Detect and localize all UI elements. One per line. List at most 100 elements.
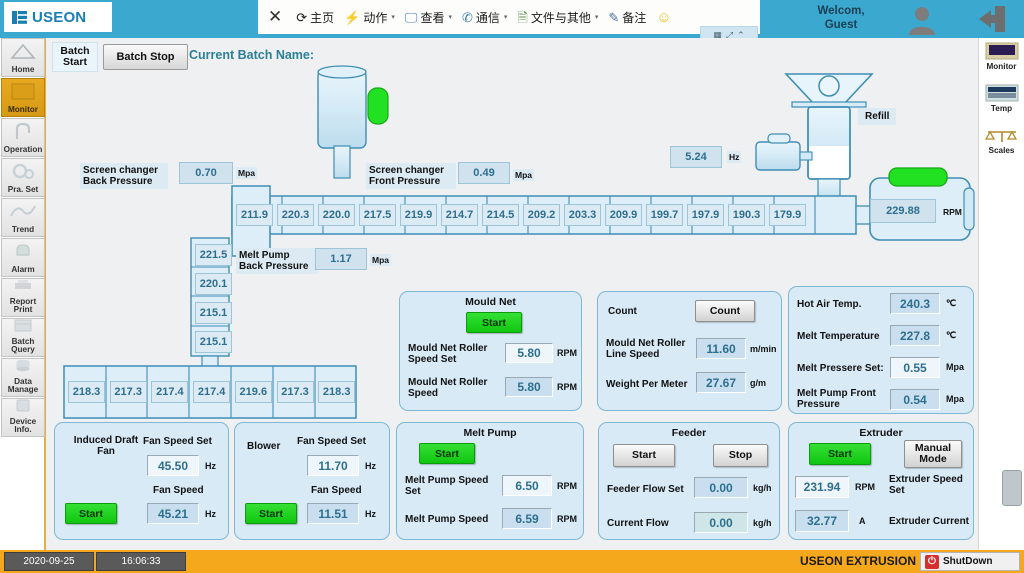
sidebar-item-monitor[interactable]: Monitor (1, 78, 45, 117)
die-zone-temp-7[interactable]: 218.3 (318, 381, 355, 403)
melt-pump-start-label: Start (435, 448, 459, 460)
melt-pressure-set-value[interactable]: 0.55 (890, 357, 940, 378)
blower-start-button[interactable]: Start (245, 503, 297, 524)
right-item-scales[interactable]: Scales (981, 124, 1023, 164)
melt-pump-back-value[interactable]: 1.17 (315, 248, 367, 270)
barrel-zone-temp-9[interactable]: 203.3 (564, 204, 601, 226)
ribbon-item-action[interactable]: ⚡ 动作 ▾ (340, 7, 399, 28)
power-icon: ⏻ (925, 555, 939, 569)
sidebar-item-home[interactable]: Home (1, 38, 45, 77)
melt-pump-speed-set-value[interactable]: 6.50 (502, 475, 552, 496)
feeder-start-button[interactable]: Start (613, 444, 675, 467)
ribbon-item-view[interactable]: 🖵 查看 ▾ (401, 7, 456, 28)
extruder-start-button[interactable]: Start (809, 443, 871, 465)
user-avatar-icon[interactable] (905, 5, 939, 40)
right-item-monitor[interactable]: Monitor (981, 40, 1023, 80)
ribbon-item-communication-label: 通信 (476, 9, 500, 26)
die-zone-temp-3[interactable]: 217.4 (151, 381, 188, 403)
mould-net-start-button[interactable]: Start (466, 312, 522, 333)
extruder-start-label: Start (828, 448, 852, 460)
feeder-motor-frequency-value[interactable]: 5.24 (670, 146, 722, 168)
ribbon-item-file[interactable]: 🗎 文件与其他 ▾ (513, 7, 602, 28)
extruder-manual-mode-button[interactable]: ManualMode (904, 440, 962, 468)
barrel-zone-temp-11[interactable]: 199.7 (646, 204, 683, 226)
barrel-zone-temp-14[interactable]: 179.9 (769, 204, 806, 226)
barrel-zone-temp-10[interactable]: 209.9 (605, 204, 642, 226)
blower-set-value[interactable]: 11.70 (307, 455, 359, 476)
sidebar-item-alarm[interactable]: Alarm (1, 238, 45, 277)
chevron-down-icon: ▾ (448, 13, 452, 21)
induced-draft-fan-set-value[interactable]: 45.50 (147, 455, 199, 476)
feeder-motor-frequency-unit: Hz (727, 151, 741, 163)
vertical-zone-temp-3[interactable]: 215.1 (195, 302, 232, 324)
die-zone-temp-1[interactable]: 218.3 (68, 381, 105, 403)
barrel-zone-temp-3[interactable]: 220.0 (318, 204, 355, 226)
vertical-zone-temp-2[interactable]: 220.1 (195, 273, 232, 295)
barrel-zone-temp-1[interactable]: 211.9 (236, 204, 273, 226)
close-icon[interactable]: ✕ (266, 7, 290, 27)
vertical-zone-temp-4[interactable]: 215.1 (195, 331, 232, 353)
sidebar-item-trend[interactable]: Trend (1, 198, 45, 237)
extruder-title: Extruder (789, 427, 973, 439)
feeder-current-flow-value: 0.00 (694, 512, 748, 533)
sidebar-item-monitor-label: Monitor (2, 106, 44, 115)
sidebar-item-operation[interactable]: Operation (1, 118, 45, 157)
sidebar-item-batch-query[interactable]: BatchQuery (1, 318, 45, 357)
panel-count: Count Count Mould Net Roller Line Speed … (597, 291, 782, 411)
feeder-stop-button[interactable]: Stop (713, 444, 768, 467)
die-zone-temp-2[interactable]: 217.3 (110, 381, 147, 403)
feeder-title: Feeder (599, 427, 779, 439)
screen-changer-back-value[interactable]: 0.70 (179, 162, 233, 184)
sidebar-item-data-manage-label: DataManage (2, 378, 44, 395)
melt-pump-start-button[interactable]: Start (419, 443, 475, 464)
right-item-temp[interactable]: Temp (981, 82, 1023, 122)
floating-tab-handle[interactable] (1002, 470, 1022, 506)
barrel-zone-temp-13[interactable]: 190.3 (728, 204, 765, 226)
vertical-zone-temp-1[interactable]: 221.5 (195, 244, 232, 266)
screen-changer-front-value[interactable]: 0.49 (458, 162, 510, 184)
sidebar-item-para-set[interactable]: Pra. Set (1, 158, 45, 197)
barrel-zone-temp-8[interactable]: 209.2 (523, 204, 560, 226)
induced-draft-fan-start-button[interactable]: Start (65, 503, 117, 524)
extruder-speed-set-value[interactable]: 231.94 (795, 476, 849, 498)
ribbon-item-home[interactable]: ⟳ 主页 (292, 7, 338, 28)
barrel-zone-temp-7[interactable]: 214.5 (482, 204, 519, 226)
alarm-bell-icon (2, 241, 44, 261)
barrel-zone-temp-5[interactable]: 219.9 (400, 204, 437, 226)
home-icon: ⟳ (296, 11, 307, 24)
die-zone-temp-5[interactable]: 219.6 (235, 381, 272, 403)
ribbon-item-communication[interactable]: ✆ 通信 ▾ (458, 7, 511, 28)
sidebar-item-report-print[interactable]: ReportPrint (1, 278, 45, 317)
mn1-l1: Mould Net Roller (408, 377, 487, 388)
die-zone-temp-6[interactable]: 217.3 (277, 381, 314, 403)
extruder-manual-mode-label: ManualMode (915, 443, 951, 465)
mould-net-roller-speed-set-label: Mould Net Roller Speed Set (408, 343, 504, 365)
ribbon-item-smiley[interactable]: ☺ (652, 8, 675, 27)
sidebar-item-device-info[interactable]: DeviceInfo. (1, 398, 45, 437)
barrel-zone-temp-2[interactable]: 220.3 (277, 204, 314, 226)
extruder-main-motor-rpm-value[interactable]: 229.88 (870, 199, 936, 223)
ribbon-item-note[interactable]: ✎ 备注 (604, 7, 650, 28)
barrel-zone-temp-12[interactable]: 197.9 (687, 204, 724, 226)
sidebar-item-home-label: Home (2, 66, 44, 75)
sidebar-item-report-print-label: ReportPrint (2, 298, 44, 315)
barrel-zone-temp-4[interactable]: 217.5 (359, 204, 396, 226)
die-zone-temp-4[interactable]: 217.4 (193, 381, 230, 403)
shutdown-label: ShutDown (943, 556, 992, 567)
barrel-zone-temp-6[interactable]: 214.7 (441, 204, 478, 226)
blower-set-unit: Hz (365, 461, 376, 471)
count-button[interactable]: Count (695, 300, 755, 322)
induced-draft-fan-actual-unit: Hz (205, 509, 216, 519)
melt-pump-front-pressure-value: 0.54 (890, 389, 940, 410)
exit-logout-icon[interactable] (975, 2, 1009, 41)
right-item-monitor-label: Monitor (981, 62, 1023, 71)
shutdown-button[interactable]: ⏻ ShutDown (920, 552, 1020, 571)
mpb-l2: Back Pressure (239, 261, 309, 272)
melt-pump-title: Melt Pump (397, 427, 583, 439)
brand-label: USEON (32, 9, 86, 26)
melt-pump-speed-value: 6.59 (502, 508, 552, 529)
melt-pump-front-pressure-unit: Mpa (946, 394, 964, 404)
screen-changer-front-unit: Mpa (513, 169, 534, 181)
sidebar-item-data-manage[interactable]: DataManage (1, 358, 45, 397)
mould-net-roller-speed-set-value[interactable]: 5.80 (505, 343, 553, 363)
